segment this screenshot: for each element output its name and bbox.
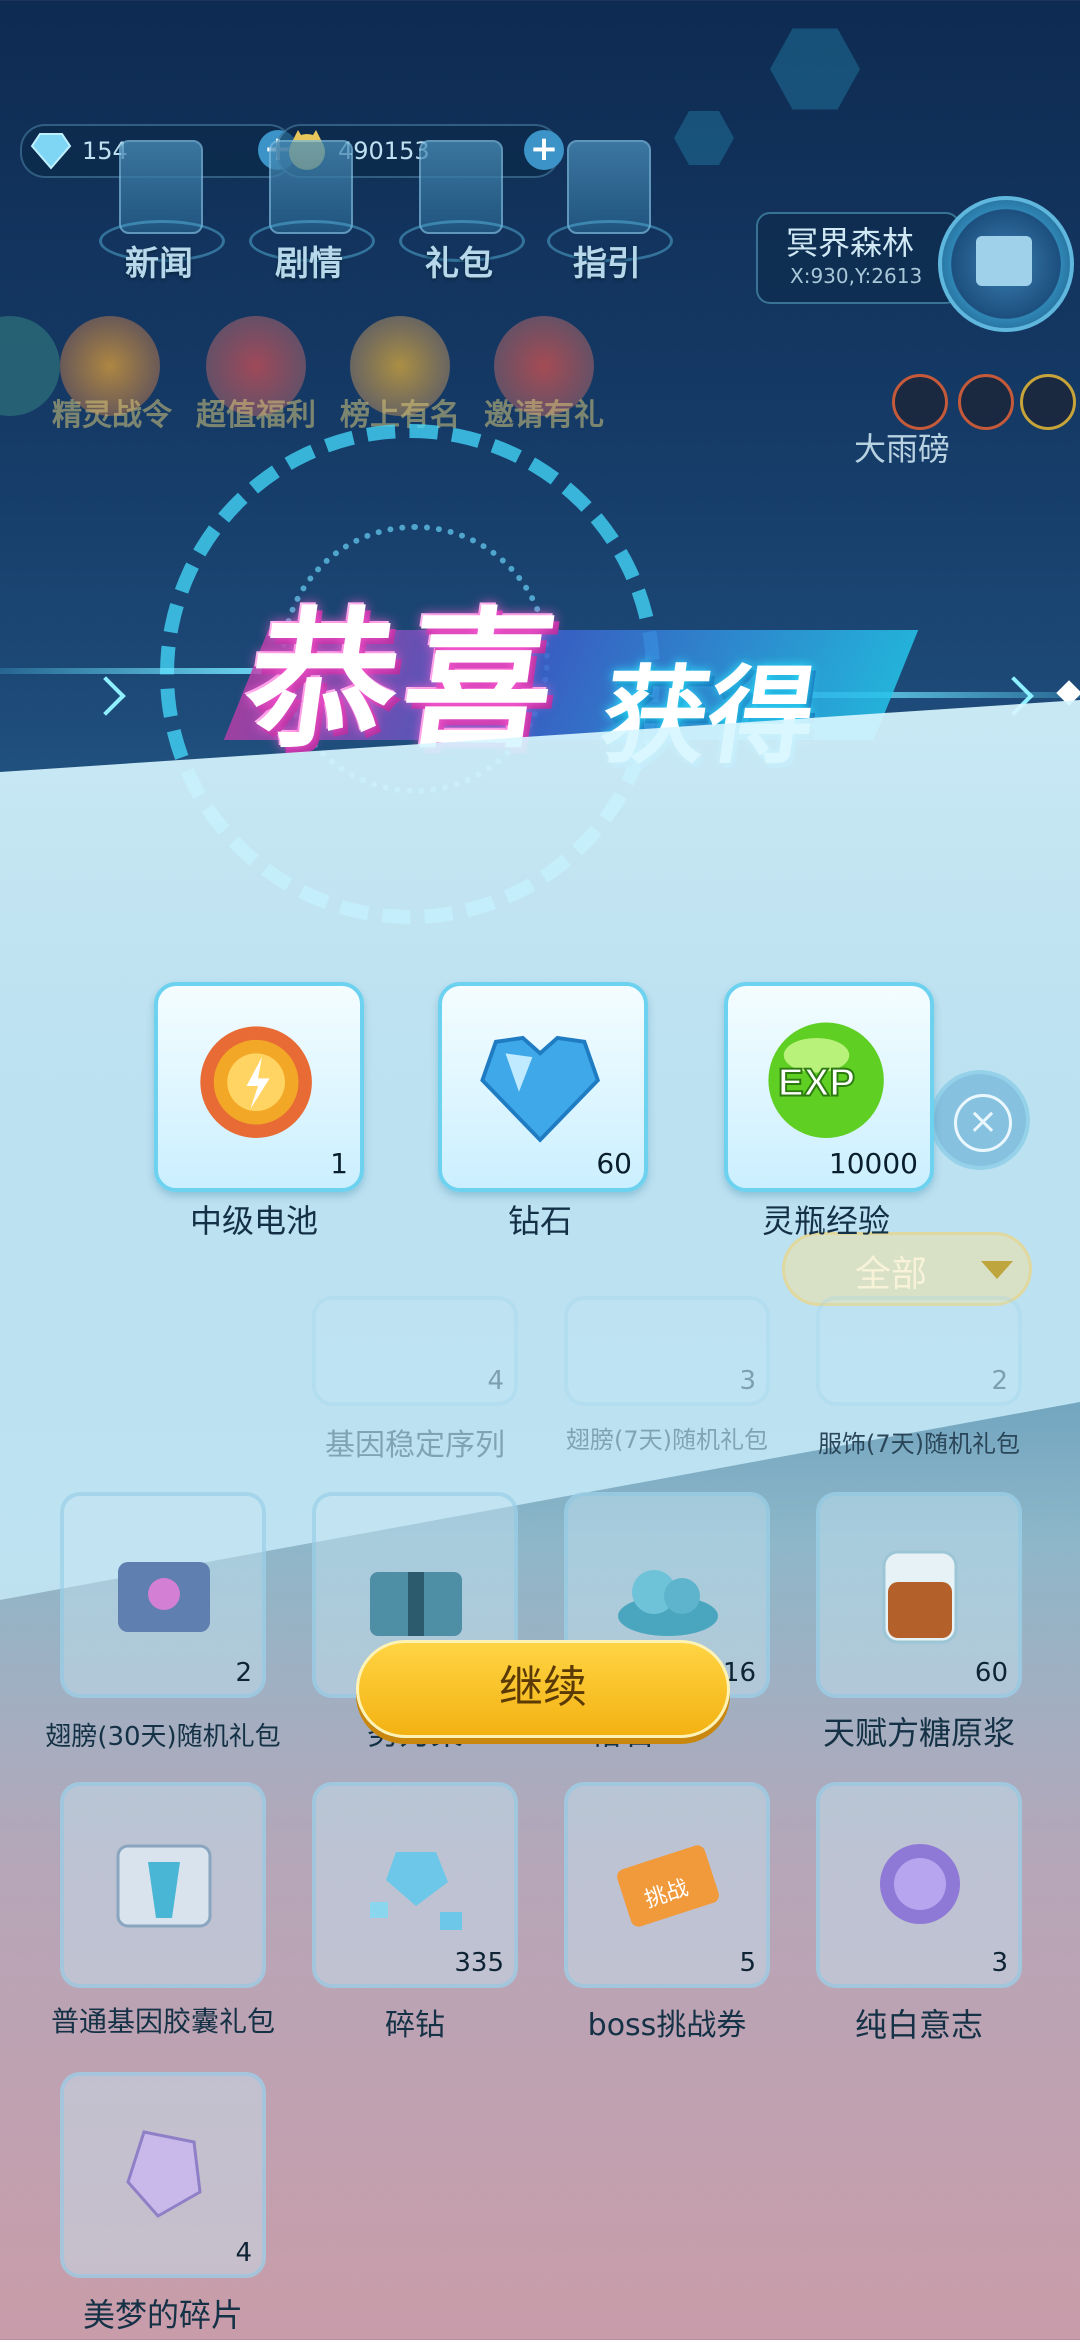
welfare-label: 超值福利	[196, 398, 316, 433]
reward-item-battery[interactable]: 1	[154, 982, 364, 1192]
dream-shard-icon	[126, 2130, 202, 2218]
invite-label: 邀请有礼	[484, 398, 604, 433]
reward-count: 60	[596, 1147, 632, 1180]
map-icon	[976, 236, 1032, 286]
bag-item-name: 美梦的碎片	[82, 2296, 243, 2334]
bag-item[interactable]: 挑战 5	[564, 1782, 770, 1988]
bag-item-name: 纯白意志	[854, 2006, 983, 2044]
bag-item-name: 服饰(7天)随机礼包	[818, 1430, 1020, 1458]
reward-item-exp[interactable]: EXP 10000	[724, 982, 934, 1192]
syrup-jar-icon	[882, 1550, 958, 1644]
map-button[interactable]	[938, 196, 1074, 332]
bag-item[interactable]	[60, 1782, 266, 1988]
filter-dropdown[interactable]: 全部	[782, 1232, 1032, 1306]
bag-item-name: 基因稳定序列	[325, 1428, 505, 1463]
broken-diamond-icon	[370, 1852, 462, 1930]
bag-item[interactable]: 60	[816, 1492, 1022, 1698]
reward-item-diamond[interactable]: 60	[438, 982, 648, 1192]
story-button[interactable]: 剧情	[249, 140, 375, 290]
bag-item-name: 普通基因胶囊礼包	[50, 2005, 275, 2038]
chevron-right-icon	[86, 676, 126, 716]
news-label: 新闻	[125, 244, 193, 284]
capsule-box-icon	[116, 1844, 212, 1928]
hex-decoration	[770, 28, 860, 110]
bag-item[interactable]: 2	[816, 1296, 1022, 1406]
reward-count: 10000	[828, 1147, 918, 1180]
chevron-down-icon	[981, 1261, 1013, 1279]
close-icon: ×	[954, 1094, 1012, 1152]
continue-button[interactable]: 继续	[356, 1640, 730, 1738]
white-will-orb-icon	[880, 1844, 960, 1924]
block-icon[interactable]	[958, 374, 1014, 430]
svg-text:EXP: EXP	[778, 1062, 855, 1105]
close-button[interactable]: ×	[930, 1070, 1030, 1170]
location-coordinates: X:930,Y:2613	[790, 264, 923, 288]
bag-item-name: 翅膀(7天)随机礼包	[566, 1426, 768, 1454]
gift-pack-button[interactable]: 礼包	[399, 140, 525, 290]
bag-item-name: boss挑战券	[587, 2008, 747, 2043]
bag-item-name: 翅膀(30天)随机礼包	[45, 1722, 281, 1752]
bag-item[interactable]: 4	[312, 1296, 518, 1406]
diamond-icon	[30, 133, 72, 170]
expand-arrow-icon[interactable]	[0, 316, 60, 416]
ore-pile-icon	[618, 1570, 718, 1636]
reward-name: 钻石	[507, 1202, 572, 1240]
gift-pack-label: 礼包	[425, 244, 493, 284]
bag-item-name: 天赋方糖原浆	[822, 1714, 1015, 1752]
filter-label: 全部	[855, 1254, 928, 1295]
bag-item-name: 碎钻	[385, 2008, 445, 2043]
news-button[interactable]: 新闻	[99, 140, 225, 290]
reward-name: 中级电池	[189, 1202, 318, 1240]
battle-pass-label: 精灵战令	[52, 398, 172, 433]
bag-item[interactable]: 3	[816, 1782, 1022, 1988]
wing-box-icon	[118, 1562, 210, 1632]
hex-decoration	[674, 111, 734, 165]
bag-item[interactable]: 4	[60, 2072, 266, 2278]
reward-count: 1	[330, 1147, 348, 1180]
reward-name: 灵瓶经验	[761, 1202, 890, 1240]
bag-item[interactable]: 2	[60, 1492, 266, 1698]
story-label: 剧情	[275, 244, 343, 284]
menu-icon[interactable]	[1020, 374, 1076, 430]
guide-button[interactable]: 指引	[547, 140, 673, 290]
ticket-icon: 挑战	[617, 1845, 719, 1927]
guide-label: 指引	[573, 244, 641, 284]
bag-item[interactable]: 3	[564, 1296, 770, 1406]
gift-box-icon	[370, 1572, 462, 1636]
location-name: 冥界森林	[786, 224, 915, 262]
bag-item[interactable]: 335	[312, 1782, 518, 1988]
mute-icon[interactable]	[892, 374, 948, 430]
weather-text: 大雨磅	[854, 430, 951, 468]
